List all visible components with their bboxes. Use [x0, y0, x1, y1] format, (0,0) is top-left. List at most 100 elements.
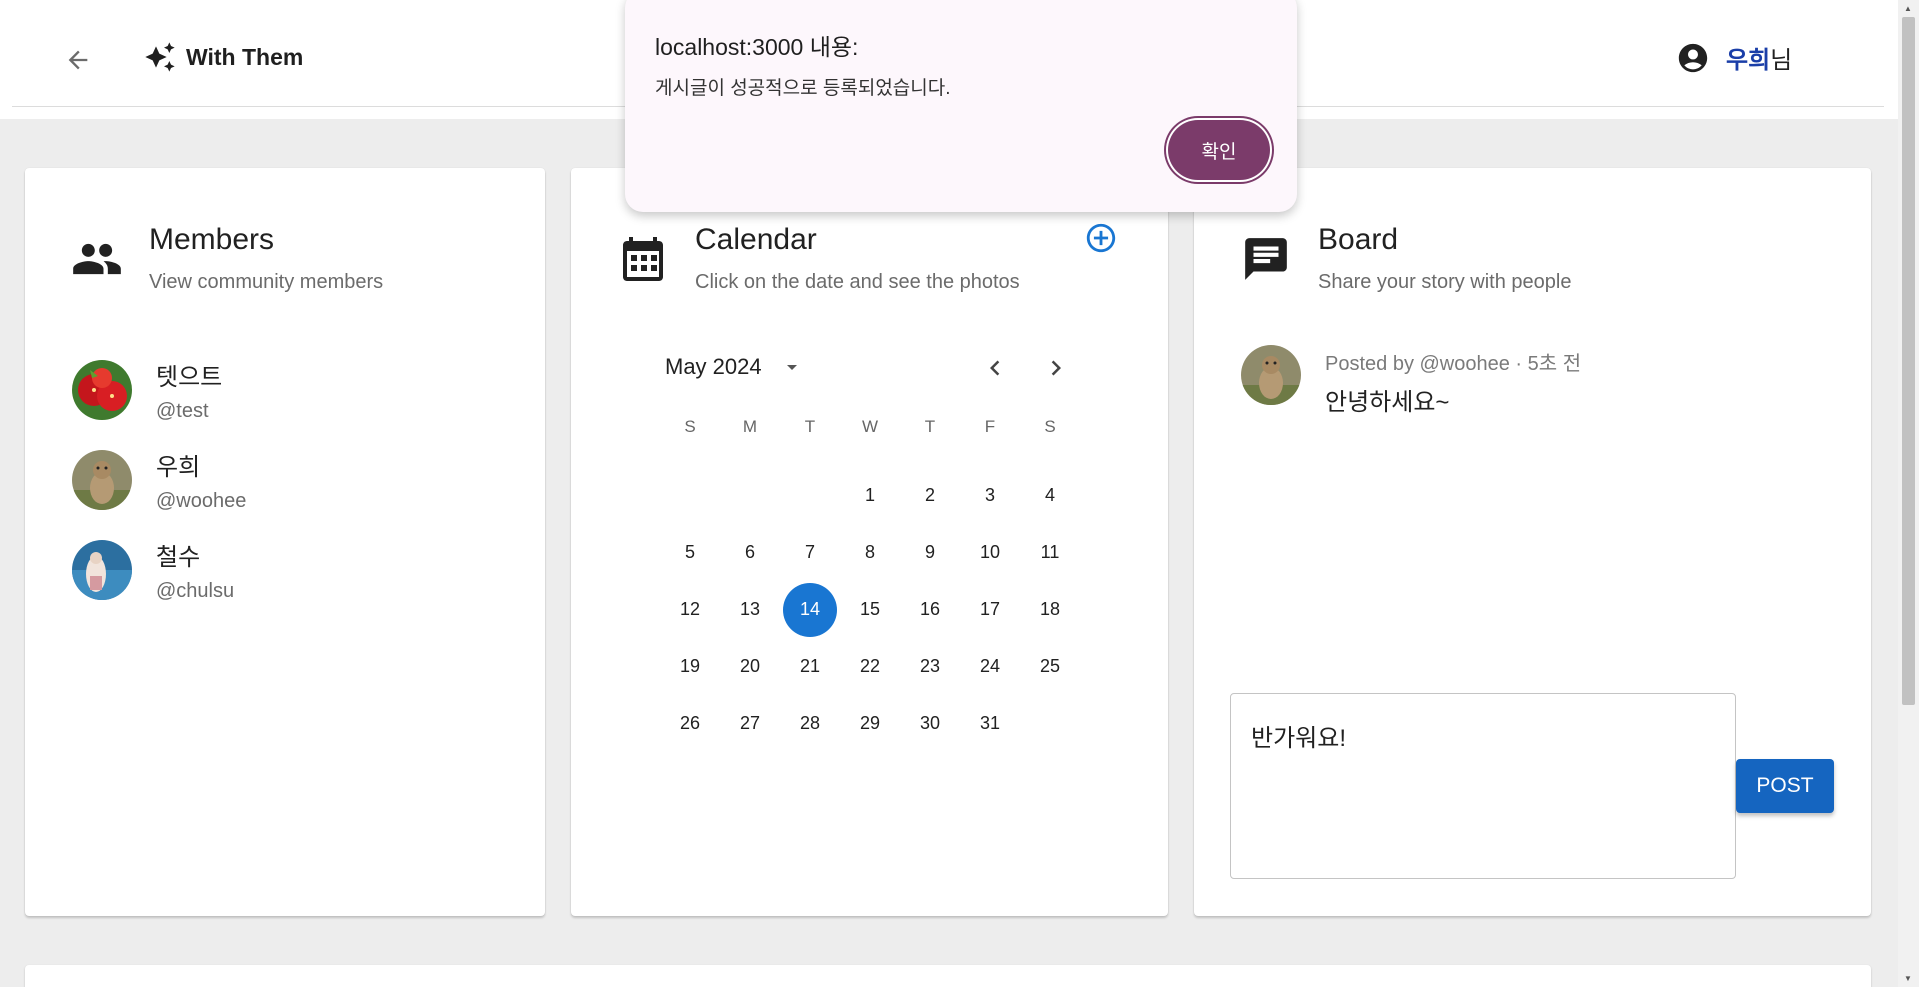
arrow-left-icon: [68, 50, 88, 70]
calendar-day[interactable]: 13: [723, 583, 777, 637]
calendar-cell: [780, 467, 840, 524]
weekday-label: W: [861, 417, 879, 436]
dialog-title: localhost:3000 내용:: [655, 34, 859, 60]
calendar-day[interactable]: 21: [783, 640, 837, 694]
calendar-day[interactable]: 3: [963, 469, 1017, 523]
month-label: May 2024: [665, 354, 762, 379]
user-menu[interactable]: 우희님: [1676, 40, 1792, 75]
calendar-day[interactable]: 20: [723, 640, 777, 694]
post-item[interactable]: Posted by @woohee · 5초 전 안녕하세요~: [1241, 345, 1581, 417]
calendar-week-row: 12 13 14 15 16 17 18: [660, 581, 1080, 638]
account-circle-icon: [1678, 43, 1708, 72]
calendar-day[interactable]: 8: [843, 526, 897, 580]
member-item[interactable]: 텟으트 @test: [72, 345, 246, 435]
bottom-card: [25, 965, 1871, 987]
calendar-week-row: 19 20 21 22 23 24 25: [660, 638, 1080, 695]
calendar-day[interactable]: 10: [963, 526, 1017, 580]
calendar-cell: 12: [660, 581, 720, 638]
calendar-cell: 28: [780, 695, 840, 752]
calendar-day[interactable]: 30: [903, 697, 957, 751]
post-input[interactable]: 반가워요!: [1230, 693, 1736, 879]
page-scrollbar[interactable]: ▲ ▼: [1898, 0, 1919, 987]
calendar-day[interactable]: 26: [663, 697, 717, 751]
member-name: 텟으트: [156, 364, 223, 391]
calendar-cell: 29: [840, 695, 900, 752]
calendar-day[interactable]: 16: [903, 583, 957, 637]
board-title: Board: [1318, 223, 1399, 256]
calendar-cell: 16: [900, 581, 960, 638]
dropdown-arrow-icon: [786, 365, 797, 370]
calendar-day[interactable]: 25: [1023, 640, 1077, 694]
member-handle: @woohee: [156, 490, 247, 512]
calendar-day[interactable]: 28: [783, 697, 837, 751]
add-photo-button[interactable]: [1083, 220, 1119, 256]
calendar-cell: 2: [900, 467, 960, 524]
calendar-day-selected[interactable]: 14: [783, 582, 837, 637]
calendar-cell: 22: [840, 638, 900, 695]
calendar-day[interactable]: 29: [843, 697, 897, 751]
calendar-day[interactable]: 2: [903, 469, 957, 523]
chevron-left-icon: [990, 360, 1000, 376]
calendar-day[interactable]: 24: [963, 640, 1017, 694]
calendar-day[interactable]: 19: [663, 640, 717, 694]
member-item[interactable]: 철수 @chulsu: [72, 525, 246, 615]
app-logo[interactable]: With Them: [144, 41, 303, 73]
calendar-title: Calendar: [695, 223, 817, 256]
calendar-day[interactable]: 18: [1023, 583, 1077, 637]
calendar-cell: [660, 467, 720, 524]
board-subtitle: Share your story with people: [1318, 271, 1572, 293]
calendar-cell: 1: [840, 467, 900, 524]
weekday-header: S M T W T F S: [660, 411, 1080, 467]
weekday-label: S: [1044, 417, 1056, 436]
calendar-cell: 15: [840, 581, 900, 638]
app-name: With Them: [186, 43, 304, 70]
calendar-cell: 27: [720, 695, 780, 752]
calendar-cell: 4: [1020, 467, 1080, 524]
previous-month-button[interactable]: [977, 350, 1013, 386]
calendar-day[interactable]: 23: [903, 640, 957, 694]
members-title: Members: [149, 223, 275, 256]
calendar-day[interactable]: 31: [963, 697, 1017, 751]
calendar-cell: 7: [780, 524, 840, 581]
next-month-button[interactable]: [1038, 350, 1074, 386]
calendar-day[interactable]: 5: [663, 526, 717, 580]
member-item[interactable]: 우희 @woohee: [72, 435, 246, 525]
calendar-day[interactable]: 12: [663, 583, 717, 637]
avatar: [72, 360, 132, 420]
calendar-day[interactable]: 22: [843, 640, 897, 694]
calendar-day[interactable]: 7: [783, 526, 837, 580]
sparkles-icon: [145, 42, 175, 72]
calendar-cell: 9: [900, 524, 960, 581]
calendar-cell: 25: [1020, 638, 1080, 695]
scroll-thumb[interactable]: [1902, 17, 1915, 705]
add-circle-icon: [1086, 223, 1116, 253]
calendar-subtitle: Click on the date and see the photos: [695, 271, 1020, 293]
calendar-day[interactable]: 9: [903, 526, 957, 580]
post-meta: Posted by @woohee · 5초 전: [1325, 353, 1582, 375]
calendar-day[interactable]: 11: [1023, 526, 1077, 580]
calendar-day[interactable]: 27: [723, 697, 777, 751]
calendar-day[interactable]: 1: [843, 469, 897, 523]
calendar-cell: 24: [960, 638, 1020, 695]
member-handle: @test: [156, 400, 209, 422]
calendar-cell: 5: [660, 524, 720, 581]
weekday-label: M: [742, 417, 758, 436]
user-honorific: 님: [1770, 47, 1793, 74]
calendar-day[interactable]: 4: [1023, 469, 1077, 523]
post-button[interactable]: POST: [1736, 759, 1834, 813]
post-body: 안녕하세요~: [1325, 389, 1450, 416]
calendar-cell: [720, 467, 780, 524]
calendar-day[interactable]: 17: [963, 583, 1017, 637]
month-selector[interactable]: May 2024: [665, 354, 804, 380]
calendar-cell: 19: [660, 638, 720, 695]
member-name: 철수: [156, 544, 201, 571]
member-handle: @chulsu: [156, 580, 235, 602]
dialog-ok-button[interactable]: 확인: [1168, 120, 1270, 180]
calendar-day[interactable]: 6: [723, 526, 777, 580]
calendar-cell: 10: [960, 524, 1020, 581]
back-button[interactable]: [58, 40, 98, 80]
calendar-day[interactable]: 15: [843, 583, 897, 637]
calendar-cell: 18: [1020, 581, 1080, 638]
scroll-up-icon[interactable]: ▲: [1904, 4, 1912, 13]
scroll-down-icon[interactable]: ▼: [1904, 974, 1912, 983]
